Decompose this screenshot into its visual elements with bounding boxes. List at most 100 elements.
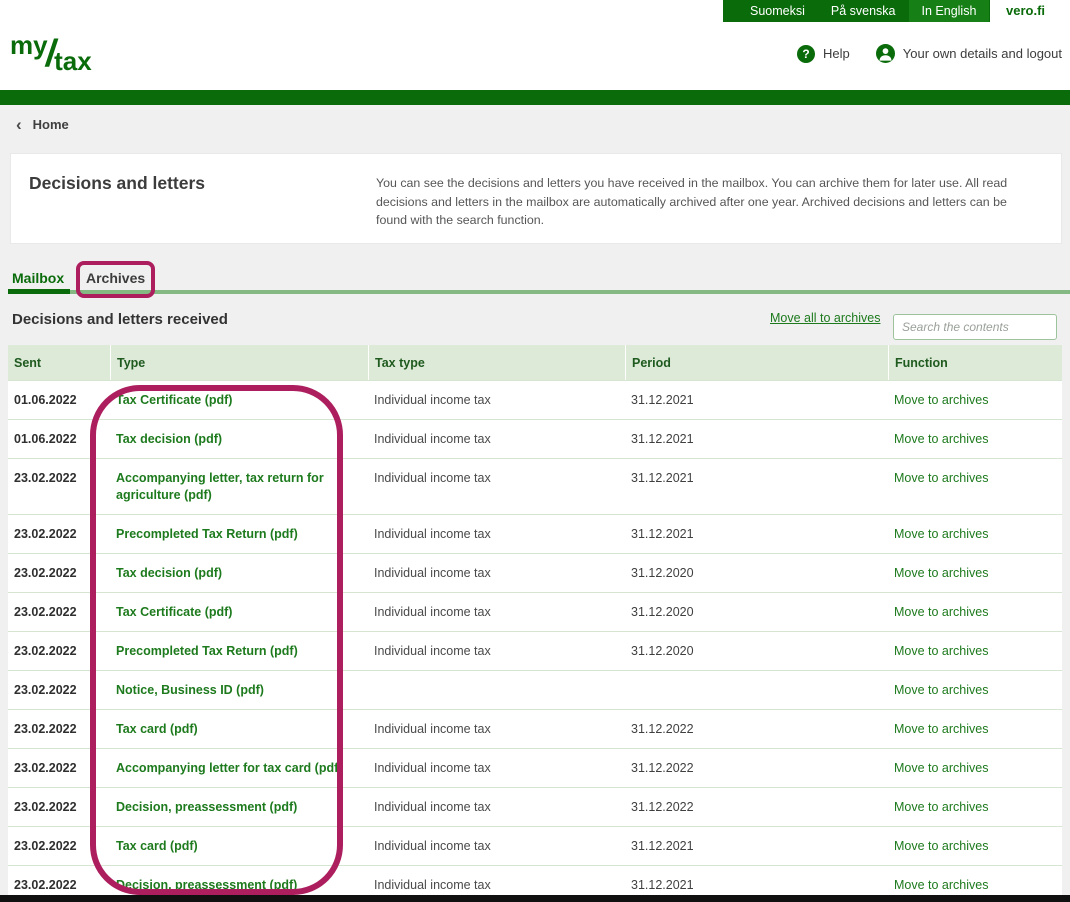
column-header-period: Period — [625, 345, 888, 380]
document-link[interactable]: Accompanying letter, tax return for agri… — [116, 471, 324, 502]
table-row: 23.02.2022 Precompleted Tax Return (pdf)… — [8, 631, 1062, 670]
help-label: Help — [823, 46, 850, 61]
language-link-swedish[interactable]: På svenska — [818, 0, 909, 22]
cell-period: 31.12.2021 — [625, 459, 888, 514]
tab-mailbox[interactable]: Mailbox — [12, 270, 64, 286]
cell-period: 31.12.2021 — [625, 515, 888, 553]
move-to-archives-link[interactable]: Move to archives — [894, 432, 988, 446]
document-link[interactable]: Notice, Business ID (pdf) — [116, 683, 264, 697]
active-tab-underline — [8, 289, 70, 294]
cell-tax-type: Individual income tax — [368, 593, 625, 631]
document-link[interactable]: Decision, preassessment (pdf) — [116, 878, 297, 892]
move-to-archives-link[interactable]: Move to archives — [894, 878, 988, 892]
language-link-english[interactable]: In English — [909, 0, 990, 22]
column-header-tax-type: Tax type — [368, 345, 625, 380]
cell-period: 31.12.2021 — [625, 420, 888, 458]
move-to-archives-link[interactable]: Move to archives — [894, 761, 988, 775]
cell-sent: 23.02.2022 — [8, 593, 110, 631]
intro-card: Decisions and letters You can see the de… — [10, 153, 1062, 244]
table-row: 23.02.2022 Decision, preassessment (pdf)… — [8, 787, 1062, 826]
logo-text-tax: tax — [54, 46, 92, 76]
search-input[interactable] — [893, 314, 1057, 340]
cell-tax-type: Individual income tax — [368, 788, 625, 826]
cell-tax-type: Individual income tax — [368, 381, 625, 419]
cell-tax-type: Individual income tax — [368, 710, 625, 748]
language-link-finnish[interactable]: Suomeksi — [737, 0, 818, 22]
move-to-archives-link[interactable]: Move to archives — [894, 800, 988, 814]
cell-period: 31.12.2021 — [625, 827, 888, 865]
cell-sent: 23.02.2022 — [8, 827, 110, 865]
cell-period: 31.12.2020 — [625, 632, 888, 670]
column-header-function: Function — [888, 345, 1062, 380]
table-row: 23.02.2022 Tax Certificate (pdf) Individ… — [8, 592, 1062, 631]
mytax-logo[interactable]: my/tax — [10, 30, 92, 77]
move-to-archives-link[interactable]: Move to archives — [894, 566, 988, 580]
table-row: 23.02.2022 Accompanying letter, tax retu… — [8, 458, 1062, 514]
document-link[interactable]: Accompanying letter for tax card (pdf) — [116, 761, 342, 775]
mytax-page: Suomeksi På svenska In English vero.fi m… — [0, 0, 1070, 902]
document-link[interactable]: Precompleted Tax Return (pdf) — [116, 527, 298, 541]
move-to-archives-link[interactable]: Move to archives — [894, 471, 988, 485]
table-row: 01.06.2022 Tax Certificate (pdf) Individ… — [8, 380, 1062, 419]
cell-sent: 23.02.2022 — [8, 671, 110, 709]
cell-tax-type: Individual income tax — [368, 515, 625, 553]
document-link[interactable]: Tax Certificate (pdf) — [116, 393, 232, 407]
table-row: 01.06.2022 Tax decision (pdf) Individual… — [8, 419, 1062, 458]
table-row: 23.02.2022 Tax card (pdf) Individual inc… — [8, 826, 1062, 865]
cell-tax-type: Individual income tax — [368, 827, 625, 865]
table-row: 23.02.2022 Accompanying letter for tax c… — [8, 748, 1062, 787]
cell-tax-type: Individual income tax — [368, 459, 625, 514]
document-link[interactable]: Tax Certificate (pdf) — [116, 605, 232, 619]
column-header-sent: Sent — [8, 345, 110, 380]
move-to-archives-link[interactable]: Move to archives — [894, 393, 988, 407]
move-to-archives-link[interactable]: Move to archives — [894, 722, 988, 736]
cell-sent: 23.02.2022 — [8, 515, 110, 553]
help-icon: ? — [797, 45, 815, 63]
cell-tax-type: Individual income tax — [368, 420, 625, 458]
document-link[interactable]: Tax decision (pdf) — [116, 432, 222, 446]
document-link[interactable]: Decision, preassessment (pdf) — [116, 800, 297, 814]
help-button[interactable]: ? Help — [797, 45, 850, 63]
cell-period — [625, 671, 888, 709]
site-header: my/tax ? Help Your own details and logou… — [0, 22, 1070, 90]
cell-period: 31.12.2020 — [625, 593, 888, 631]
document-link[interactable]: Tax decision (pdf) — [116, 566, 222, 580]
page-description: You can see the decisions and letters yo… — [376, 174, 1038, 230]
document-link[interactable]: Precompleted Tax Return (pdf) — [116, 644, 298, 658]
cell-sent: 23.02.2022 — [8, 554, 110, 592]
user-icon — [876, 44, 895, 63]
account-button[interactable]: Your own details and logout — [876, 44, 1062, 63]
cell-tax-type: Individual income tax — [368, 632, 625, 670]
cell-sent: 01.06.2022 — [8, 420, 110, 458]
cell-sent: 23.02.2022 — [8, 710, 110, 748]
cell-sent: 23.02.2022 — [8, 459, 110, 514]
tab-archives[interactable]: Archives — [86, 270, 145, 286]
logo-text-my: my — [10, 30, 48, 60]
cell-sent: 23.02.2022 — [8, 632, 110, 670]
cell-tax-type: Individual income tax — [368, 749, 625, 787]
document-link[interactable]: Tax card (pdf) — [116, 839, 198, 853]
move-to-archives-link[interactable]: Move to archives — [894, 683, 988, 697]
chevron-left-icon: ‹ — [16, 118, 22, 132]
cell-tax-type — [368, 671, 625, 709]
move-to-archives-link[interactable]: Move to archives — [894, 527, 988, 541]
document-link[interactable]: Tax card (pdf) — [116, 722, 198, 736]
breadcrumb-label: Home — [33, 117, 69, 132]
cell-tax-type: Individual income tax — [368, 554, 625, 592]
cell-period: 31.12.2022 — [625, 710, 888, 748]
table-row: 23.02.2022 Tax card (pdf) Individual inc… — [8, 709, 1062, 748]
cell-period: 31.12.2022 — [625, 788, 888, 826]
header-actions: ? Help Your own details and logout — [797, 44, 1062, 63]
cell-sent: 23.02.2022 — [8, 749, 110, 787]
cell-period: 31.12.2020 — [625, 554, 888, 592]
vero-fi-link[interactable]: vero.fi — [1006, 3, 1045, 18]
table-row: 23.02.2022 Tax decision (pdf) Individual… — [8, 553, 1062, 592]
move-to-archives-link[interactable]: Move to archives — [894, 644, 988, 658]
move-all-to-archives-link[interactable]: Move all to archives — [770, 311, 880, 325]
move-to-archives-link[interactable]: Move to archives — [894, 839, 988, 853]
list-title: Decisions and letters received — [12, 311, 228, 328]
move-to-archives-link[interactable]: Move to archives — [894, 605, 988, 619]
account-label: Your own details and logout — [903, 46, 1062, 61]
breadcrumb-home[interactable]: ‹ Home — [16, 117, 69, 132]
page-title: Decisions and letters — [29, 173, 205, 194]
